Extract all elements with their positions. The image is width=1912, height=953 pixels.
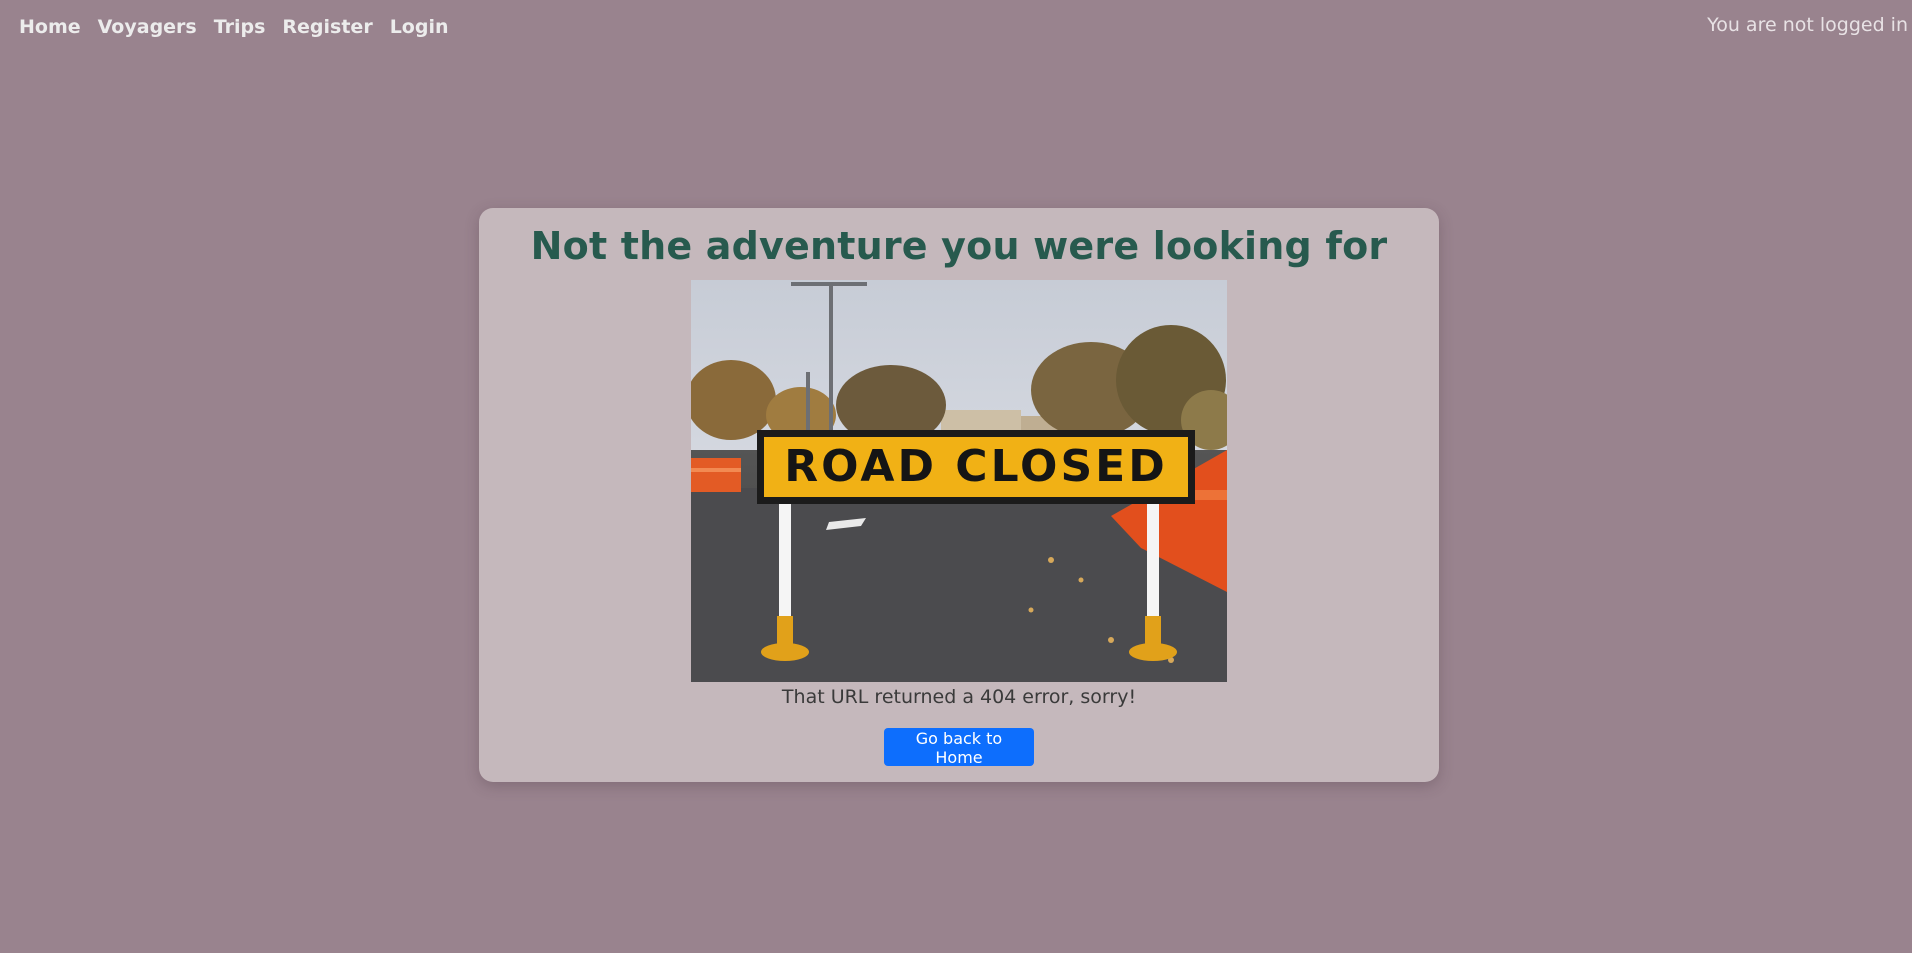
nav-trips-link[interactable]: Trips	[214, 16, 266, 38]
nav-links: Home Voyagers Trips Register Login	[19, 16, 466, 38]
go-home-button[interactable]: Go back to Home	[884, 728, 1034, 767]
nav-register-link[interactable]: Register	[282, 16, 372, 38]
nav-home-link[interactable]: Home	[19, 16, 81, 38]
error-card: Not the adventure you were looking for R…	[479, 208, 1439, 782]
road-closed-image: ROAD CLOSED	[691, 280, 1227, 682]
nav-voyagers-link[interactable]: Voyagers	[98, 16, 197, 38]
error-message: That URL returned a 404 error, sorry!	[781, 686, 1137, 708]
top-navbar: Home Voyagers Trips Register Login You a…	[0, 0, 1912, 54]
sign-text: ROAD CLOSED	[784, 441, 1168, 492]
nav-login-link[interactable]: Login	[390, 16, 449, 38]
page-title: Not the adventure you were looking for	[530, 224, 1388, 268]
login-status-text: You are not logged in	[1707, 14, 1908, 36]
